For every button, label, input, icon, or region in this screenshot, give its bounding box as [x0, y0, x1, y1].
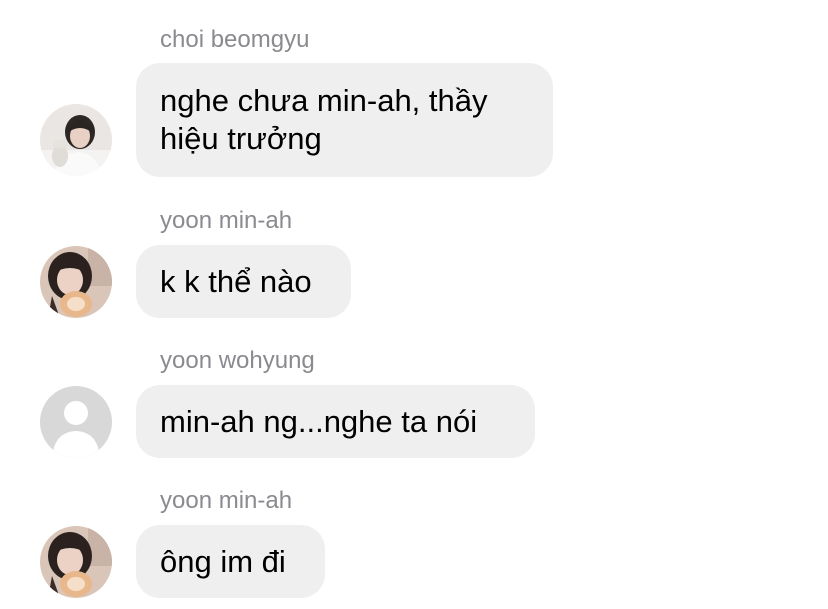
message-text: min-ah ng...nghe ta nói — [160, 403, 478, 439]
sender-name: yoon min-ah — [160, 487, 293, 514]
photo-avatar-icon — [40, 526, 112, 598]
photo-avatar-icon — [40, 246, 112, 318]
message-text: nghe chưa min-ah, thầy hiệu trưởng — [160, 83, 488, 156]
message-bubble[interactable]: nghe chưa min-ah, thầy hiệu trưởng — [136, 63, 553, 177]
message-bubble[interactable]: ông im đi — [136, 525, 325, 598]
message-text: k k thể nào — [160, 263, 312, 299]
user-silhouette-icon — [40, 386, 112, 458]
avatar[interactable] — [40, 526, 112, 598]
message-text: ông im đi — [160, 543, 286, 579]
sender-name: yoon min-ah — [160, 207, 293, 234]
default-user-avatar-icon[interactable] — [40, 386, 112, 458]
message-bubble[interactable]: k k thể nào — [136, 245, 351, 318]
sender-name: choi beomgyu — [160, 26, 310, 53]
avatar[interactable] — [40, 246, 112, 318]
chat-thread: choi beomgyu nghe chưa min-ah, thầy hiệu… — [0, 0, 828, 609]
avatar[interactable] — [40, 104, 112, 176]
photo-avatar-icon — [40, 104, 112, 176]
message-bubble[interactable]: min-ah ng...nghe ta nói — [136, 385, 535, 458]
sender-name: yoon wohyung — [160, 347, 315, 374]
